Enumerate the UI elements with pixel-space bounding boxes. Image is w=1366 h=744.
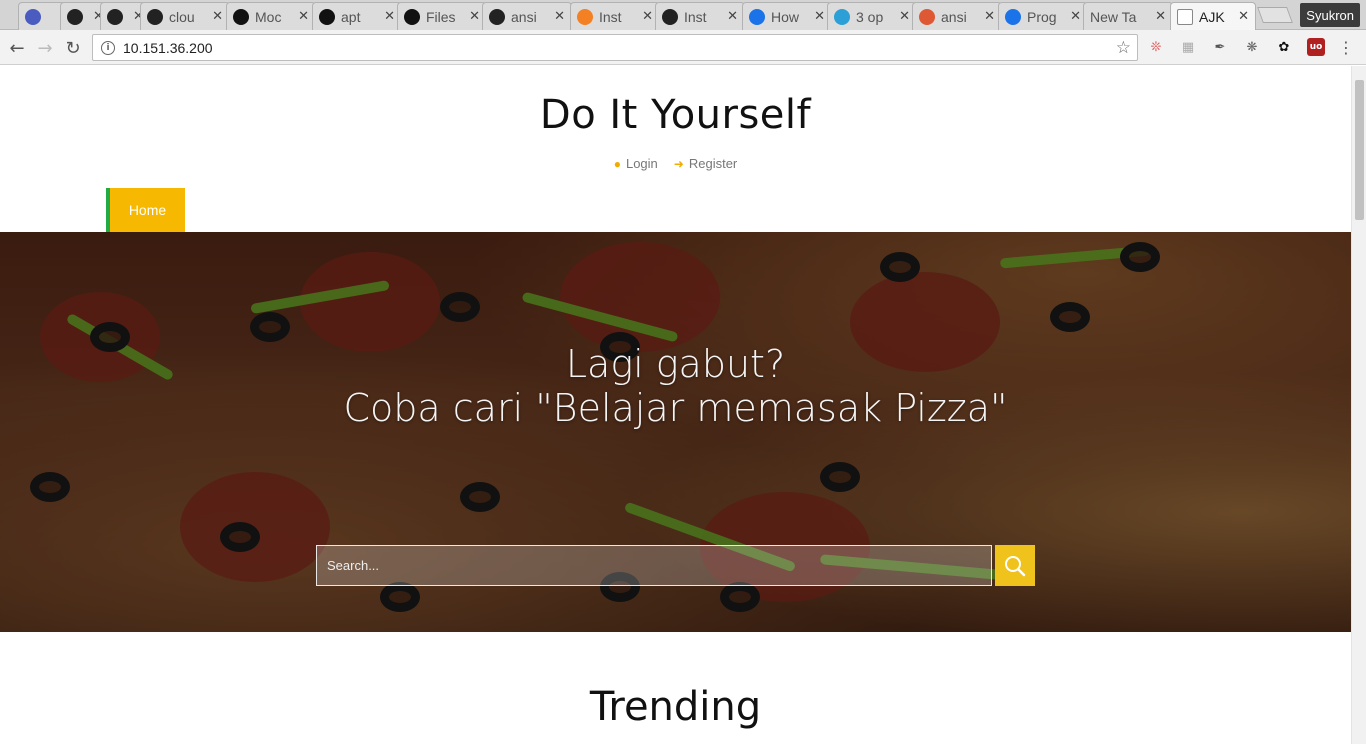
browser-tab[interactable]: AJK ✕ [1170, 2, 1256, 30]
close-tab-icon[interactable]: ✕ [984, 9, 995, 24]
address-bar[interactable]: i 10.151.36.200 ☆ [92, 34, 1138, 61]
tab-title: apt [341, 8, 361, 25]
login-label: Login [625, 156, 658, 171]
close-tab-icon[interactable]: ✕ [212, 9, 223, 24]
angular-icon [233, 8, 249, 25]
duckduckgo-icon [919, 8, 935, 25]
tab-title: Inst [684, 8, 707, 25]
login-link[interactable]: ● Login [614, 156, 658, 171]
browser-tab[interactable]: ansi ✕ [912, 2, 1002, 30]
search-button[interactable] [995, 545, 1035, 586]
digitalocean-icon [1005, 8, 1021, 25]
tab-title: Prog [1027, 8, 1057, 25]
close-tab-icon[interactable]: ✕ [642, 9, 653, 24]
browser-tab[interactable]: Files ✕ [397, 2, 487, 30]
register-link[interactable]: ➜ Register [674, 156, 737, 171]
close-tab-icon[interactable]: ✕ [1070, 9, 1081, 24]
digitalocean-icon [749, 8, 765, 25]
close-tab-icon[interactable]: ✕ [899, 9, 910, 24]
browser-tab[interactable]: clou ✕ [140, 2, 230, 30]
tab-title: Inst [599, 8, 622, 25]
github-icon [67, 8, 83, 25]
tab-title: ansi [511, 8, 537, 25]
forward-arrow-icon[interactable]: → [34, 37, 56, 59]
browser-tab[interactable]: How ✕ [742, 2, 832, 30]
grid-icon [834, 8, 850, 25]
hero-line-1: Lagi gabut? [565, 342, 786, 386]
browser-tab[interactable]: ansi ✕ [482, 2, 572, 30]
close-tab-icon[interactable]: ✕ [298, 9, 309, 24]
extension-ublock-icon[interactable]: uo [1307, 38, 1325, 56]
stackoverflow-icon [577, 8, 593, 25]
new-tab-button[interactable] [1257, 7, 1293, 23]
search-icon [1005, 555, 1026, 576]
extension-gnome-icon[interactable]: ✿ [1275, 38, 1293, 56]
info-icon[interactable]: i [101, 40, 115, 55]
close-tab-icon[interactable]: ✕ [469, 9, 480, 24]
close-tab-icon[interactable]: ✕ [814, 9, 825, 24]
close-tab-icon[interactable]: ✕ [1155, 9, 1166, 24]
search-input[interactable] [316, 545, 992, 586]
browser-tab[interactable] [18, 2, 66, 30]
back-arrow-icon[interactable]: ← [6, 37, 28, 59]
extension-bug-icon[interactable]: ❋ [1243, 38, 1261, 56]
github-icon [107, 8, 123, 25]
github-icon [662, 8, 678, 25]
user-icon: ● [613, 156, 621, 171]
github-icon [147, 8, 163, 25]
browser-tab[interactable]: 3 op ✕ [827, 2, 917, 30]
close-tab-icon[interactable]: ✕ [1238, 9, 1249, 24]
chrome-menu-icon[interactable]: ⋮ [1337, 38, 1355, 57]
arrow-right-icon: ➜ [673, 156, 684, 171]
tab-title: ansi [941, 8, 967, 25]
browser-tab[interactable]: Moc ✕ [226, 2, 316, 30]
browser-tab[interactable]: Inst ✕ [655, 2, 745, 30]
section-title-trending: Trending [589, 684, 762, 730]
extension-laravel-icon[interactable]: ❊ [1147, 38, 1165, 56]
angular-icon [404, 8, 420, 25]
angular-icon [319, 8, 335, 25]
auth-links: ● Login ➜ Register [0, 156, 1351, 171]
extension-grid-icon[interactable]: ▦ [1179, 38, 1197, 56]
tab-title: Moc [255, 8, 282, 25]
ul-icon [25, 8, 41, 25]
close-tab-icon[interactable]: ✕ [384, 9, 395, 24]
extension-eyedropper-icon[interactable]: ✒ [1211, 38, 1229, 56]
close-tab-icon[interactable]: ✕ [554, 9, 565, 24]
browser-tab[interactable]: apt ✕ [312, 2, 402, 30]
browser-tab[interactable]: Prog ✕ [998, 2, 1088, 30]
tab-strip: Syukron ✕ ✕ clou ✕ Moc ✕ apt ✕ Files ✕ ansi ✕ Inst ✕ I… [0, 0, 1366, 30]
tab-title: AJK [1199, 8, 1225, 25]
tab-title: New Ta [1090, 8, 1137, 25]
tab-title: How [771, 8, 800, 25]
github-icon [489, 8, 505, 25]
browser-tab[interactable]: Inst ✕ [570, 2, 660, 30]
page-icon [1177, 8, 1193, 25]
scrollbar[interactable] [1351, 66, 1366, 744]
scrollbar-thumb[interactable] [1355, 80, 1364, 220]
hero-banner: Lagi gabut? Coba cari "Belajar memasak P… [0, 232, 1351, 632]
bookmark-star-icon[interactable]: ☆ [1116, 38, 1131, 58]
hero-line-2: Coba cari "Belajar memasak Pizza" [343, 386, 1008, 430]
address-url[interactable]: 10.151.36.200 [123, 40, 1116, 56]
register-label: Register [688, 156, 738, 171]
profile-button[interactable]: Syukron [1300, 3, 1360, 27]
hero-heading: Lagi gabut? Coba cari "Belajar memasak P… [0, 342, 1351, 430]
page-viewport: Do It Yourself ● Login ➜ Register Home L… [0, 66, 1351, 744]
site-title: Do It Yourself [539, 92, 812, 138]
nav-home[interactable]: Home [106, 188, 185, 232]
reload-icon[interactable]: ↻ [62, 37, 84, 59]
tab-title: 3 op [856, 8, 884, 25]
tab-title: Files [426, 8, 456, 25]
tab-title: clou [169, 8, 195, 25]
close-tab-icon[interactable]: ✕ [727, 9, 738, 24]
browser-tab[interactable]: New Ta ✕ [1083, 2, 1173, 30]
